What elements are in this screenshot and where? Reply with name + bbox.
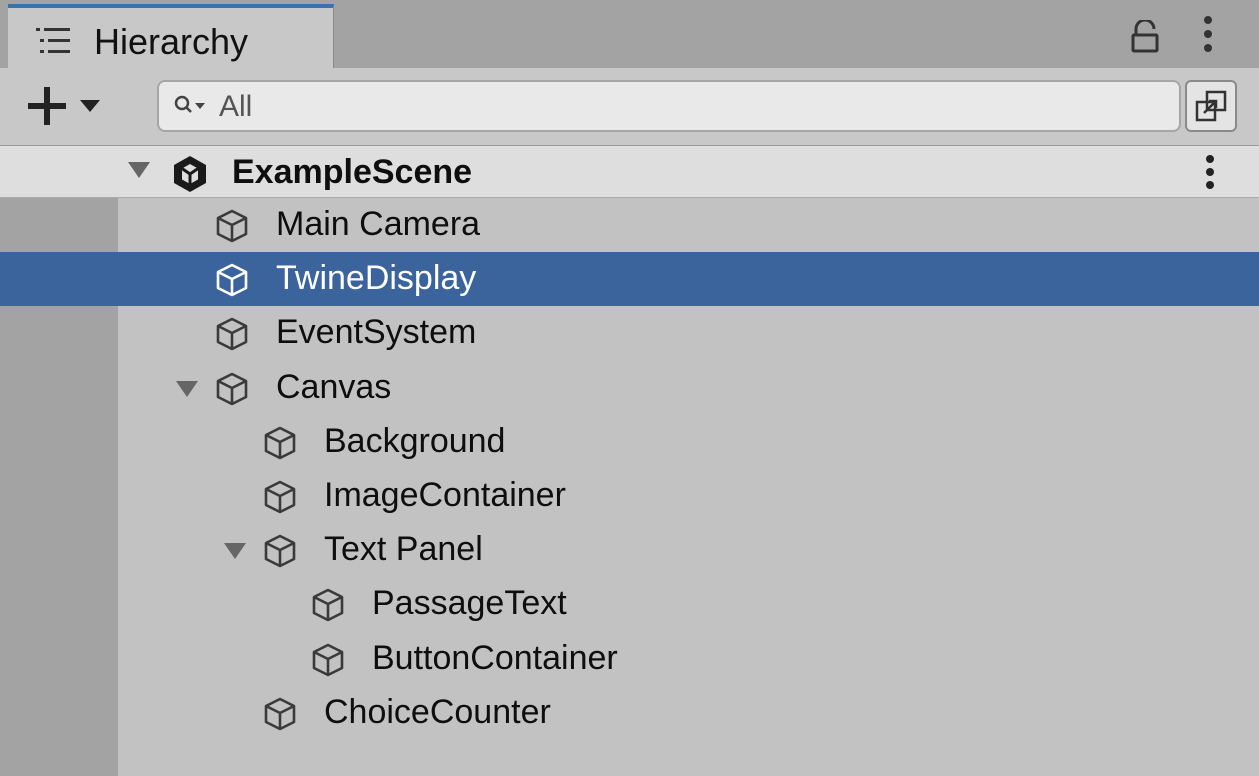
gameobject-cube-icon (262, 425, 298, 461)
hierarchy-item-label: TwineDisplay (276, 259, 477, 298)
search-field[interactable] (157, 80, 1181, 132)
hierarchy-list-icon (34, 26, 74, 61)
hierarchy-item-label: ButtonContainer (372, 638, 618, 677)
tab-bar: Hierarchy (0, 0, 1259, 68)
scene-name: ExampleScene (232, 153, 473, 191)
gameobject-cube-icon (310, 587, 346, 623)
gameobject-cube-icon (214, 316, 250, 352)
hierarchy-item[interactable]: ChoiceCounter (0, 686, 1259, 740)
unity-logo-icon (170, 154, 206, 192)
scene-row[interactable]: ExampleScene (0, 146, 1259, 198)
hierarchy-item[interactable]: ImageContainer (0, 469, 1259, 523)
scene-visibility-button[interactable] (1185, 80, 1237, 132)
expand-arrow-icon[interactable] (220, 523, 250, 577)
hierarchy-item-label: Background (324, 421, 506, 460)
hierarchy-item[interactable]: Canvas (0, 361, 1259, 415)
plus-dropdown-icon (28, 87, 100, 125)
gameobject-cube-icon (262, 533, 298, 569)
scene-menu-icon[interactable] (1200, 152, 1220, 197)
gameobject-cube-icon (262, 696, 298, 732)
scene-visibility-icon (1195, 90, 1227, 122)
hierarchy-item-label: PassageText (372, 584, 567, 623)
expand-arrow-icon[interactable] (124, 146, 154, 200)
hierarchy-item[interactable]: ButtonContainer (0, 632, 1259, 686)
hierarchy-tree: ExampleScene Main Camera TwineDisplay Even… (0, 146, 1259, 776)
hierarchy-item[interactable]: Background (0, 415, 1259, 469)
hierarchy-item-label: Text Panel (324, 530, 483, 569)
search-icon[interactable] (173, 94, 207, 123)
kebab-menu-icon[interactable] (1198, 14, 1218, 63)
search-input[interactable] (217, 86, 1161, 128)
hierarchy-tab[interactable]: Hierarchy (8, 4, 334, 68)
hierarchy-item[interactable]: EventSystem (0, 306, 1259, 360)
hierarchy-item[interactable]: PassageText (0, 577, 1259, 631)
panel-title: Hierarchy (94, 21, 249, 62)
expand-arrow-icon[interactable] (172, 361, 202, 415)
hierarchy-item-label: Main Camera (276, 205, 481, 243)
hierarchy-item[interactable]: TwineDisplay (0, 252, 1259, 307)
gameobject-cube-icon (310, 642, 346, 678)
hierarchy-item-label: EventSystem (276, 313, 477, 352)
hierarchy-item-label: ImageContainer (324, 476, 566, 514)
gameobject-cube-icon (214, 208, 250, 244)
hierarchy-item[interactable]: Main Camera (0, 198, 1259, 252)
gameobject-cube-icon (262, 479, 298, 515)
toolbar (0, 68, 1259, 146)
lock-icon[interactable] (1130, 18, 1160, 59)
hierarchy-item-label: ChoiceCounter (324, 692, 551, 731)
hierarchy-item-label: Canvas (276, 367, 392, 406)
gameobject-cube-icon (214, 371, 250, 407)
hierarchy-item[interactable]: Text Panel (0, 523, 1259, 577)
gameobject-cube-icon (214, 262, 250, 298)
add-object-button[interactable] (26, 84, 126, 128)
